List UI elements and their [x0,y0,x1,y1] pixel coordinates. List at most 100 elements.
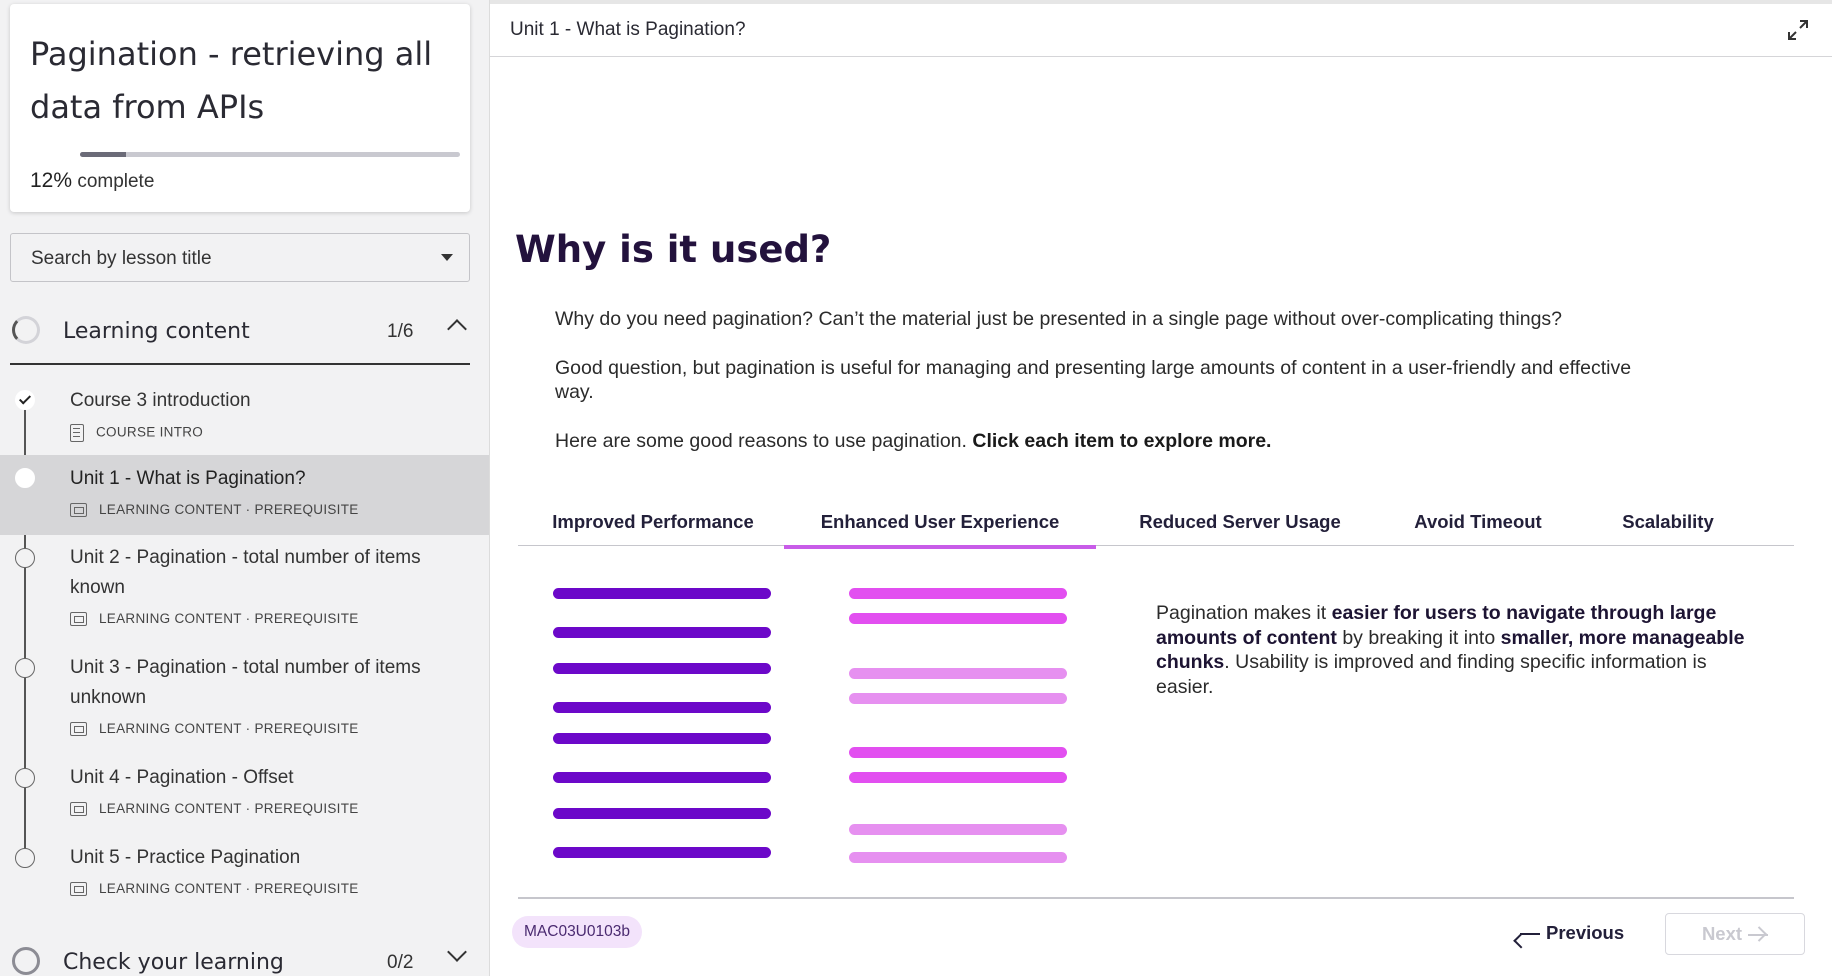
tab-scalability[interactable]: Scalability [1588,500,1748,546]
section-check-your-learning[interactable]: Check your learning 0/2 [10,931,470,976]
long-list-line [553,588,771,599]
lesson-title: Course 3 introduction [70,390,251,411]
slides-icon [70,503,87,518]
course-sidebar: Pagination - retrieving all data from AP… [0,0,490,976]
document-icon [70,424,84,442]
check-icon [15,390,35,410]
lesson-item-course-intro[interactable]: Course 3 introduction COURSE INTRO [0,382,489,454]
long-list-line [553,808,771,819]
chunk-line [849,852,1067,863]
slides-icon [70,802,87,817]
lesson-status-dot-icon [15,548,35,568]
lesson-item-unit-4[interactable]: Unit 4 - Pagination - Offset LEARNING CO… [0,760,489,832]
section-divider [10,363,470,365]
lesson-meta: LEARNING CONTENT · PREREQUISITE [70,611,359,627]
lesson-meta-text: LEARNING CONTENT · PREREQUISITE [99,881,359,896]
unit-title: Unit 1 - What is Pagination? [510,19,746,40]
slides-icon [70,612,87,627]
answer-paragraph: Good question, but pagination is useful … [555,357,1632,403]
chevron-down-icon[interactable] [447,942,467,962]
arrow-left-icon [1520,933,1540,936]
progress-fill [80,152,126,157]
panel-text: . Usability is improved and finding spec… [1156,651,1707,698]
progress-ring-icon [12,947,40,975]
course-card: Pagination - retrieving all data from AP… [10,4,470,212]
progress-complete-text: complete [77,171,155,192]
instruction-emphasis: Click each item to explore more. [972,430,1272,452]
chunk-line [849,588,1067,599]
tab-improved-performance[interactable]: Improved Performance [538,500,768,546]
chevron-up-icon[interactable] [447,319,467,339]
previous-label: Previous [1546,922,1625,943]
long-list-line [553,627,771,638]
reasons-tabs: Improved Performance Enhanced User Exper… [518,500,1794,549]
tab-avoid-timeout[interactable]: Avoid Timeout [1378,500,1578,546]
lesson-status-dot-icon [15,768,35,788]
lesson-code-badge: MAC03U0103b [512,916,642,948]
chunk-line [849,668,1067,679]
tab-panel-description: Pagination makes it easier for users to … [1156,601,1756,699]
section-learning-content[interactable]: Learning content 1/6 [10,300,470,360]
progress-label: 12% complete [30,169,154,193]
instruction-paragraph: Here are some good reasons to use pagina… [555,429,1705,453]
lesson-search-dropdown[interactable]: Search by lesson title [10,233,470,282]
chunk-line [849,747,1067,758]
section-count: 0/2 [387,952,414,973]
lesson-item-unit-2[interactable]: Unit 2 - Pagination - total number of it… [0,540,489,640]
section-title: Check your learning [63,950,284,975]
long-list-line [553,772,771,783]
lesson-meta-text: COURSE INTRO [96,424,204,440]
section-count: 1/6 [387,321,414,342]
intro-paragraph: Why do you need pagination? Can’t the ma… [555,308,1563,330]
progress-bar [80,152,460,157]
chunk-line [849,693,1067,704]
slides-icon [70,722,87,737]
lesson-item-unit-5[interactable]: Unit 5 - Practice Pagination LEARNING CO… [0,840,489,912]
panel-text: by breaking it into [1336,626,1501,649]
lesson-meta: COURSE INTRO [70,424,203,442]
chunk-line [849,613,1067,624]
footer-divider [518,897,1794,899]
page-heading: Why is it used? [515,228,832,271]
lesson-meta: LEARNING CONTENT · PREREQUISITE [70,881,359,897]
lesson-topbar: Unit 1 - What is Pagination? [490,0,1832,57]
progress-ring-icon [12,316,40,344]
lesson-title: Unit 4 - Pagination - Offset [70,767,294,788]
arrow-right-icon [1748,934,1769,937]
lesson-title: Unit 2 - Pagination - total number of it… [70,547,421,598]
section-title: Learning content [63,319,250,344]
expand-icon[interactable] [1786,18,1810,42]
instruction-text: Here are some good reasons to use pagina… [555,430,973,452]
lesson-meta: LEARNING CONTENT · PREREQUISITE [70,502,359,518]
lesson-content: Unit 1 - What is Pagination? Why is it u… [490,0,1832,976]
course-title: Pagination - retrieving all data from AP… [30,35,433,126]
lesson-meta: LEARNING CONTENT · PREREQUISITE [70,801,359,817]
lesson-status-dot-icon [15,848,35,868]
tab-enhanced-user-experience[interactable]: Enhanced User Experience [784,500,1096,549]
lesson-title: Unit 1 - What is Pagination? [70,468,306,489]
tab-reduced-server-usage[interactable]: Reduced Server Usage [1110,500,1370,546]
search-placeholder: Search by lesson title [31,248,212,269]
lesson-item-unit-3[interactable]: Unit 3 - Pagination - total number of it… [0,650,489,750]
chunk-line [849,824,1067,835]
panel-text: Pagination makes it [1156,602,1332,624]
next-button[interactable]: Next [1665,913,1805,955]
lesson-title: Unit 5 - Practice Pagination [70,847,301,868]
lesson-meta-text: LEARNING CONTENT · PREREQUISITE [99,611,359,626]
lesson-item-unit-1[interactable]: Unit 1 - What is Pagination? LEARNING CO… [0,455,489,535]
current-lesson-dot-icon [15,468,35,488]
long-list-line [553,733,771,744]
slides-icon [70,882,87,897]
lesson-title: Unit 3 - Pagination - total number of it… [70,657,421,708]
previous-button[interactable]: Previous [1520,917,1624,949]
progress-percent: 12% [30,169,73,192]
chunk-line [849,772,1067,783]
lesson-meta: LEARNING CONTENT · PREREQUISITE [70,721,359,737]
lesson-meta-text: LEARNING CONTENT · PREREQUISITE [99,801,359,816]
lesson-meta-text: LEARNING CONTENT · PREREQUISITE [99,502,359,517]
long-list-line [553,702,771,713]
next-label: Next [1701,923,1743,944]
caret-down-icon [441,254,453,261]
lesson-meta-text: LEARNING CONTENT · PREREQUISITE [99,721,359,736]
long-list-line [553,663,771,674]
